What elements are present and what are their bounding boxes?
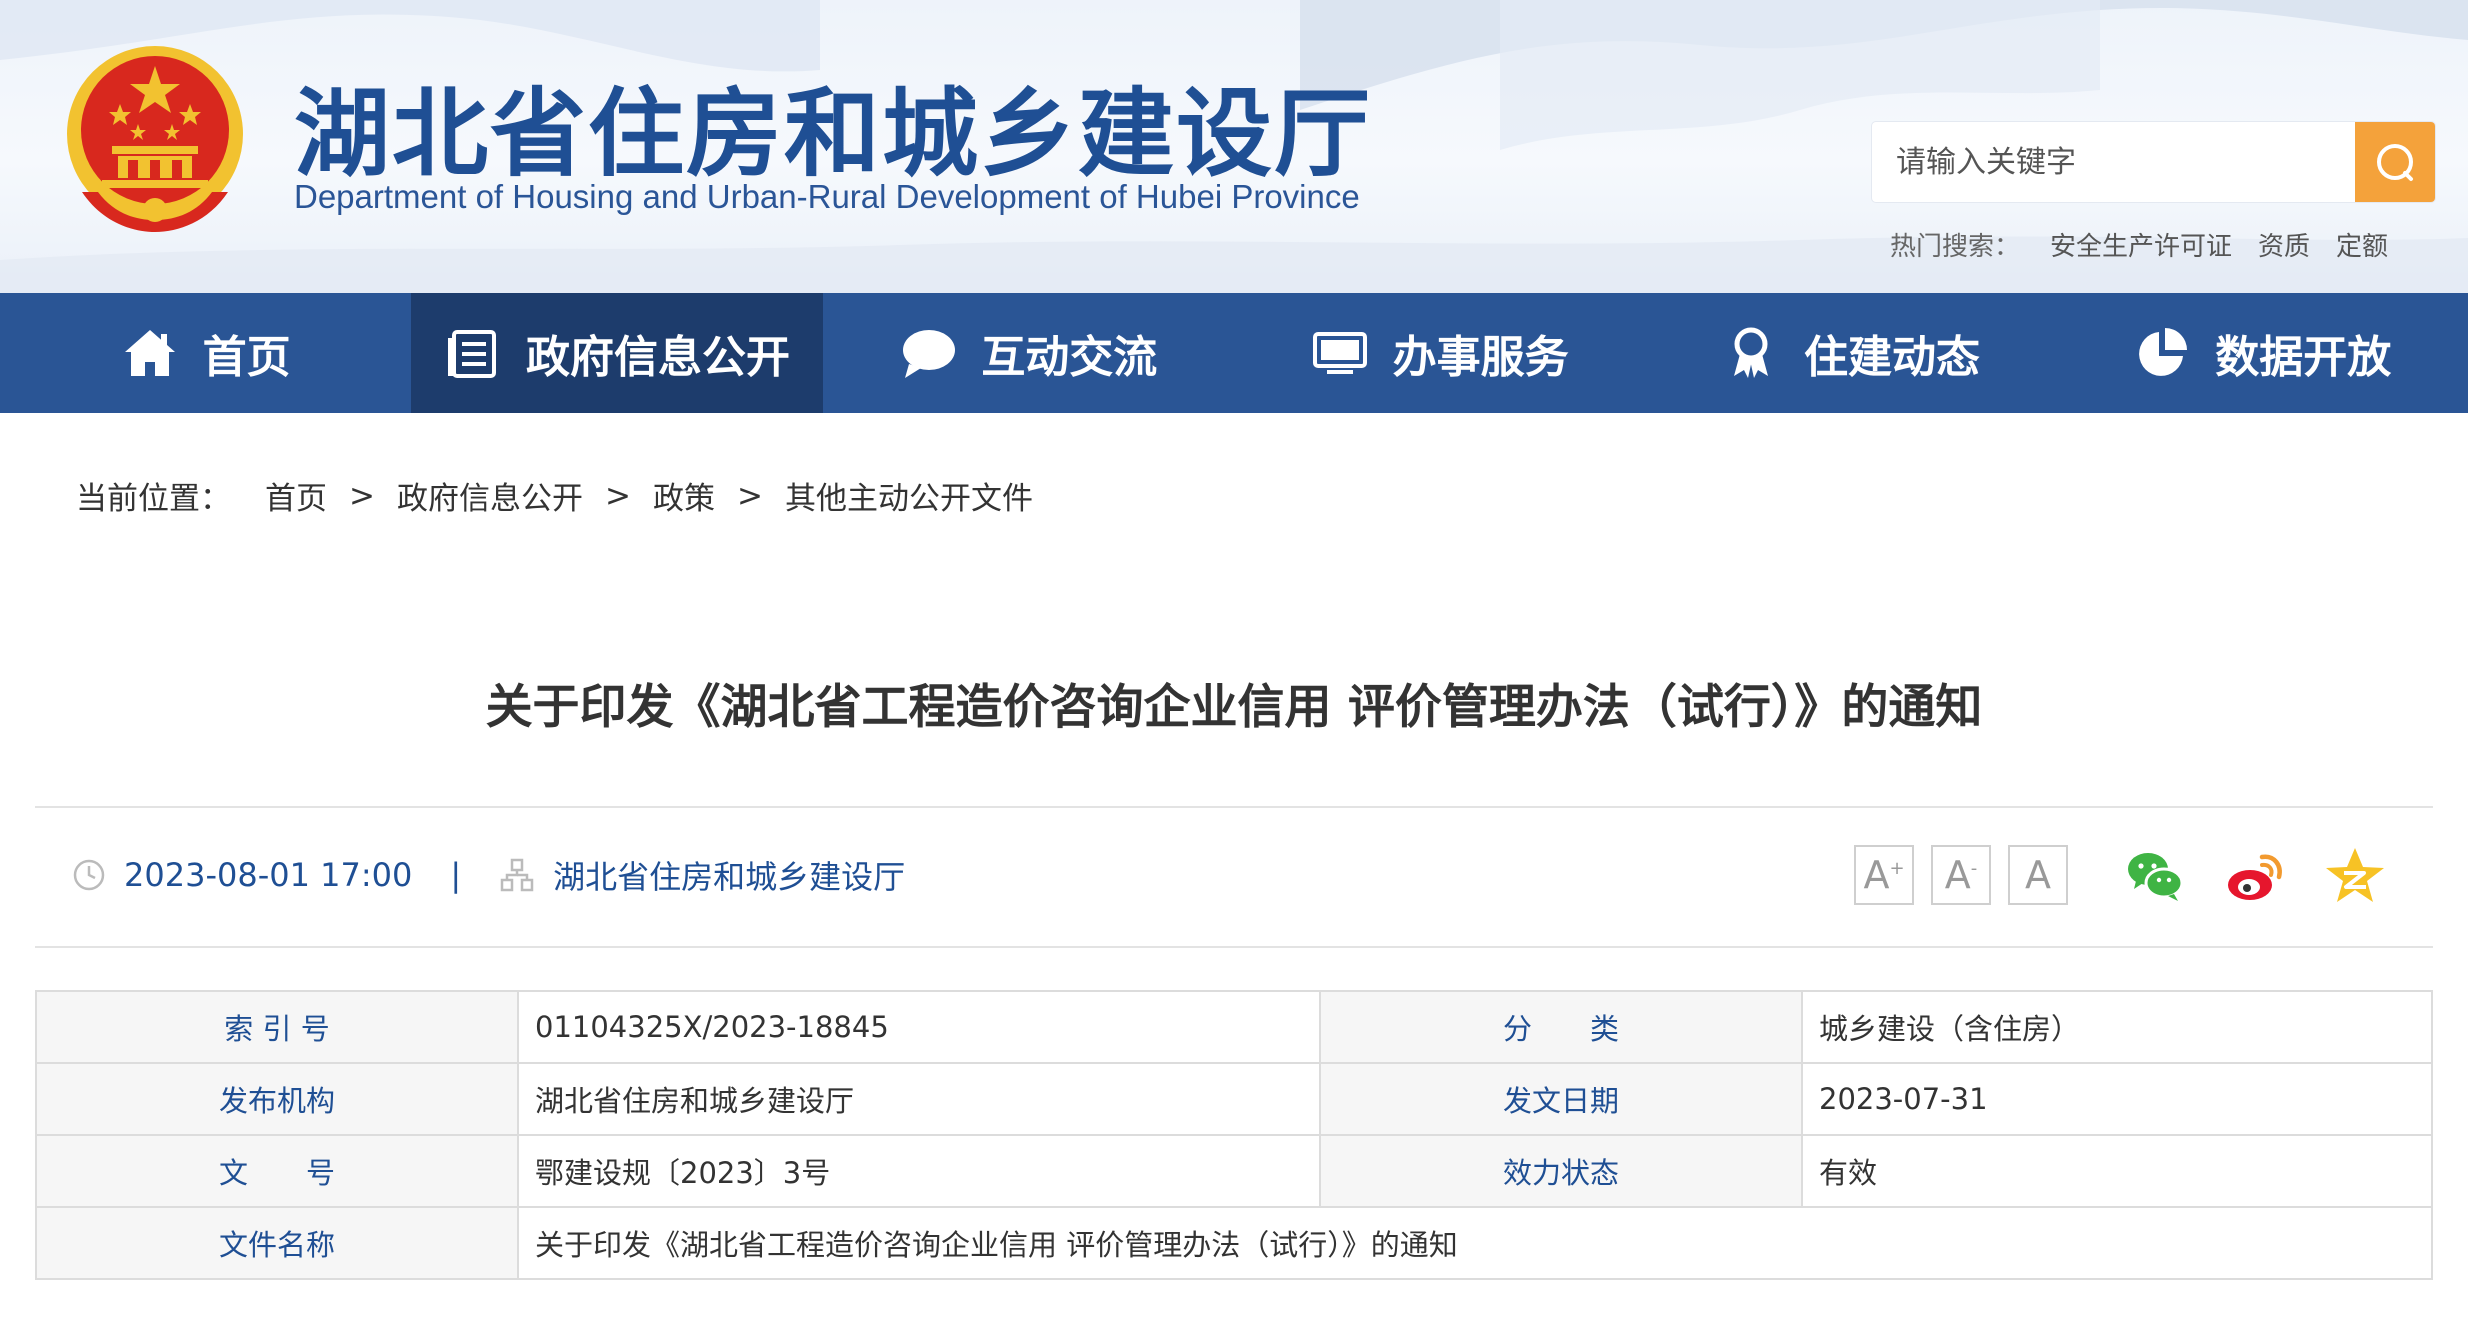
breadcrumb-separator: > bbox=[349, 477, 375, 514]
breadcrumb-link-gov-info[interactable]: 政府信息公开 bbox=[397, 473, 583, 518]
breadcrumb-label: 当前位置： bbox=[76, 481, 231, 517]
article-meta: 2023-08-01 17:00 | 湖北省住房和城乡建设厅 bbox=[72, 852, 905, 898]
nav-label: 办事服务 bbox=[1392, 332, 1569, 383]
site-title: 湖北省住房和城乡建设厅 bbox=[294, 78, 1372, 190]
nav-label: 数据开放 bbox=[2215, 332, 2392, 383]
search-button[interactable] bbox=[2355, 122, 2435, 202]
font-increase-icon: A bbox=[1863, 853, 1890, 897]
field-label-issue-date: 发文日期 bbox=[1319, 1062, 1803, 1136]
field-value-index: 01104325X/2023-18845 bbox=[517, 990, 1321, 1064]
publish-datetime: 2023-08-01 17:00 bbox=[124, 856, 413, 894]
nav-item-news[interactable]: 住建动态 bbox=[1645, 293, 2056, 413]
share-buttons bbox=[2124, 845, 2386, 907]
wechat-icon[interactable] bbox=[2124, 845, 2186, 907]
field-value-category: 城乡建设（含住房） bbox=[1801, 990, 2433, 1064]
font-decrease-button[interactable]: A- bbox=[1931, 845, 1991, 905]
nav-item-interaction[interactable]: 互动交流 bbox=[823, 293, 1234, 413]
pie-chart-icon bbox=[2139, 328, 2188, 376]
field-value-publisher: 湖北省住房和城乡建设厅 bbox=[517, 1062, 1321, 1136]
font-reset-icon: A bbox=[2025, 853, 2051, 897]
table-row: 索 引 号 01104325X/2023-18845 分 类 城乡建设（含住房） bbox=[35, 990, 2433, 1064]
breadcrumb: 当前位置： 首页 > 政府信息公开 > 政策 > 其他主动公开文件 bbox=[76, 473, 1033, 518]
field-label-publisher: 发布机构 bbox=[35, 1062, 519, 1136]
table-row: 文 号 鄂建设规〔2023〕3号 效力状态 有效 bbox=[35, 1134, 2433, 1208]
table-row: 发布机构 湖北省住房和城乡建设厅 发文日期 2023-07-31 bbox=[35, 1062, 2433, 1136]
divider bbox=[35, 806, 2433, 808]
hot-searches: 热门搜索： 安全生产许可证 资质 定额 bbox=[1890, 226, 2388, 263]
document-list-icon bbox=[447, 330, 496, 378]
breadcrumb-link-other-files[interactable]: 其他主动公开文件 bbox=[785, 473, 1033, 518]
nav-item-gov-info[interactable]: 政府信息公开 bbox=[411, 293, 823, 413]
field-value-doc-number: 鄂建设规〔2023〕3号 bbox=[517, 1134, 1321, 1208]
monitor-icon bbox=[1312, 332, 1367, 374]
field-label-validity: 效力状态 bbox=[1319, 1134, 1803, 1208]
field-value-doc-name: 关于印发《湖北省工程造价咨询企业信用 评价管理办法（试行）》的通知 bbox=[517, 1206, 2433, 1280]
document-info-table: 索 引 号 01104325X/2023-18845 分 类 城乡建设（含住房）… bbox=[35, 990, 2433, 1280]
site-header: 湖北省住房和城乡建设厅 Department of Housing and Ur… bbox=[0, 0, 2468, 293]
article-source: 湖北省住房和城乡建设厅 bbox=[553, 858, 906, 896]
qzone-icon[interactable] bbox=[2324, 845, 2386, 907]
breadcrumb-link-home[interactable]: 首页 bbox=[265, 473, 327, 518]
main-nav: 首页 政府信息公开 互动交流 办事服务 住建动态 数据开放 bbox=[0, 293, 2468, 413]
hot-search-label: 热门搜索： bbox=[1890, 232, 2021, 262]
field-label-index: 索 引 号 bbox=[35, 990, 519, 1064]
nav-label: 互动交流 bbox=[981, 332, 1158, 383]
field-value-validity: 有效 bbox=[1801, 1134, 2433, 1208]
nav-label: 住建动态 bbox=[1803, 332, 1980, 383]
field-label-doc-number: 文 号 bbox=[35, 1134, 519, 1208]
article-title: 关于印发《湖北省工程造价咨询企业信用 评价管理办法（试行）》的通知 bbox=[485, 680, 1983, 735]
breadcrumb-separator: > bbox=[604, 477, 631, 514]
breadcrumb-link-policy[interactable]: 政策 bbox=[653, 473, 715, 518]
hot-keyword-link[interactable]: 定额 bbox=[2336, 226, 2388, 263]
divider bbox=[35, 946, 2433, 948]
weibo-icon[interactable] bbox=[2224, 845, 2286, 907]
nav-label: 政府信息公开 bbox=[525, 332, 790, 383]
search-input[interactable] bbox=[1872, 122, 2355, 202]
nav-item-services[interactable]: 办事服务 bbox=[1234, 293, 1645, 413]
breadcrumb-separator: > bbox=[736, 477, 763, 514]
award-ribbon-icon bbox=[1733, 327, 1768, 378]
nav-label: 首页 bbox=[202, 332, 291, 383]
font-size-controls: A + A- A bbox=[1854, 845, 2068, 905]
organization-icon bbox=[500, 858, 534, 892]
clock-icon bbox=[73, 859, 105, 891]
national-emblem bbox=[67, 46, 243, 232]
font-reset-button[interactable]: A bbox=[2008, 845, 2068, 905]
hot-keyword-link[interactable]: 资质 bbox=[2258, 226, 2310, 263]
field-label-doc-name: 文件名称 bbox=[35, 1206, 519, 1280]
font-increase-button[interactable]: A + bbox=[1854, 845, 1914, 905]
nav-item-home[interactable]: 首页 bbox=[0, 293, 411, 413]
chat-bubble-icon bbox=[903, 330, 956, 378]
nav-item-open-data[interactable]: 数据开放 bbox=[2057, 293, 2468, 413]
home-icon bbox=[124, 330, 175, 376]
search-box bbox=[1872, 122, 2435, 202]
meta-separator: | bbox=[450, 856, 462, 894]
field-value-issue-date: 2023-07-31 bbox=[1801, 1062, 2433, 1136]
font-decrease-icon: A bbox=[1944, 853, 1971, 897]
field-label-category: 分 类 bbox=[1319, 990, 1803, 1064]
search-icon bbox=[2377, 144, 2413, 181]
site-subtitle: Department of Housing and Urban-Rural De… bbox=[294, 178, 1360, 215]
hot-keyword-link[interactable]: 安全生产许可证 bbox=[2050, 226, 2232, 263]
table-row: 文件名称 关于印发《湖北省工程造价咨询企业信用 评价管理办法（试行）》的通知 bbox=[35, 1206, 2433, 1280]
